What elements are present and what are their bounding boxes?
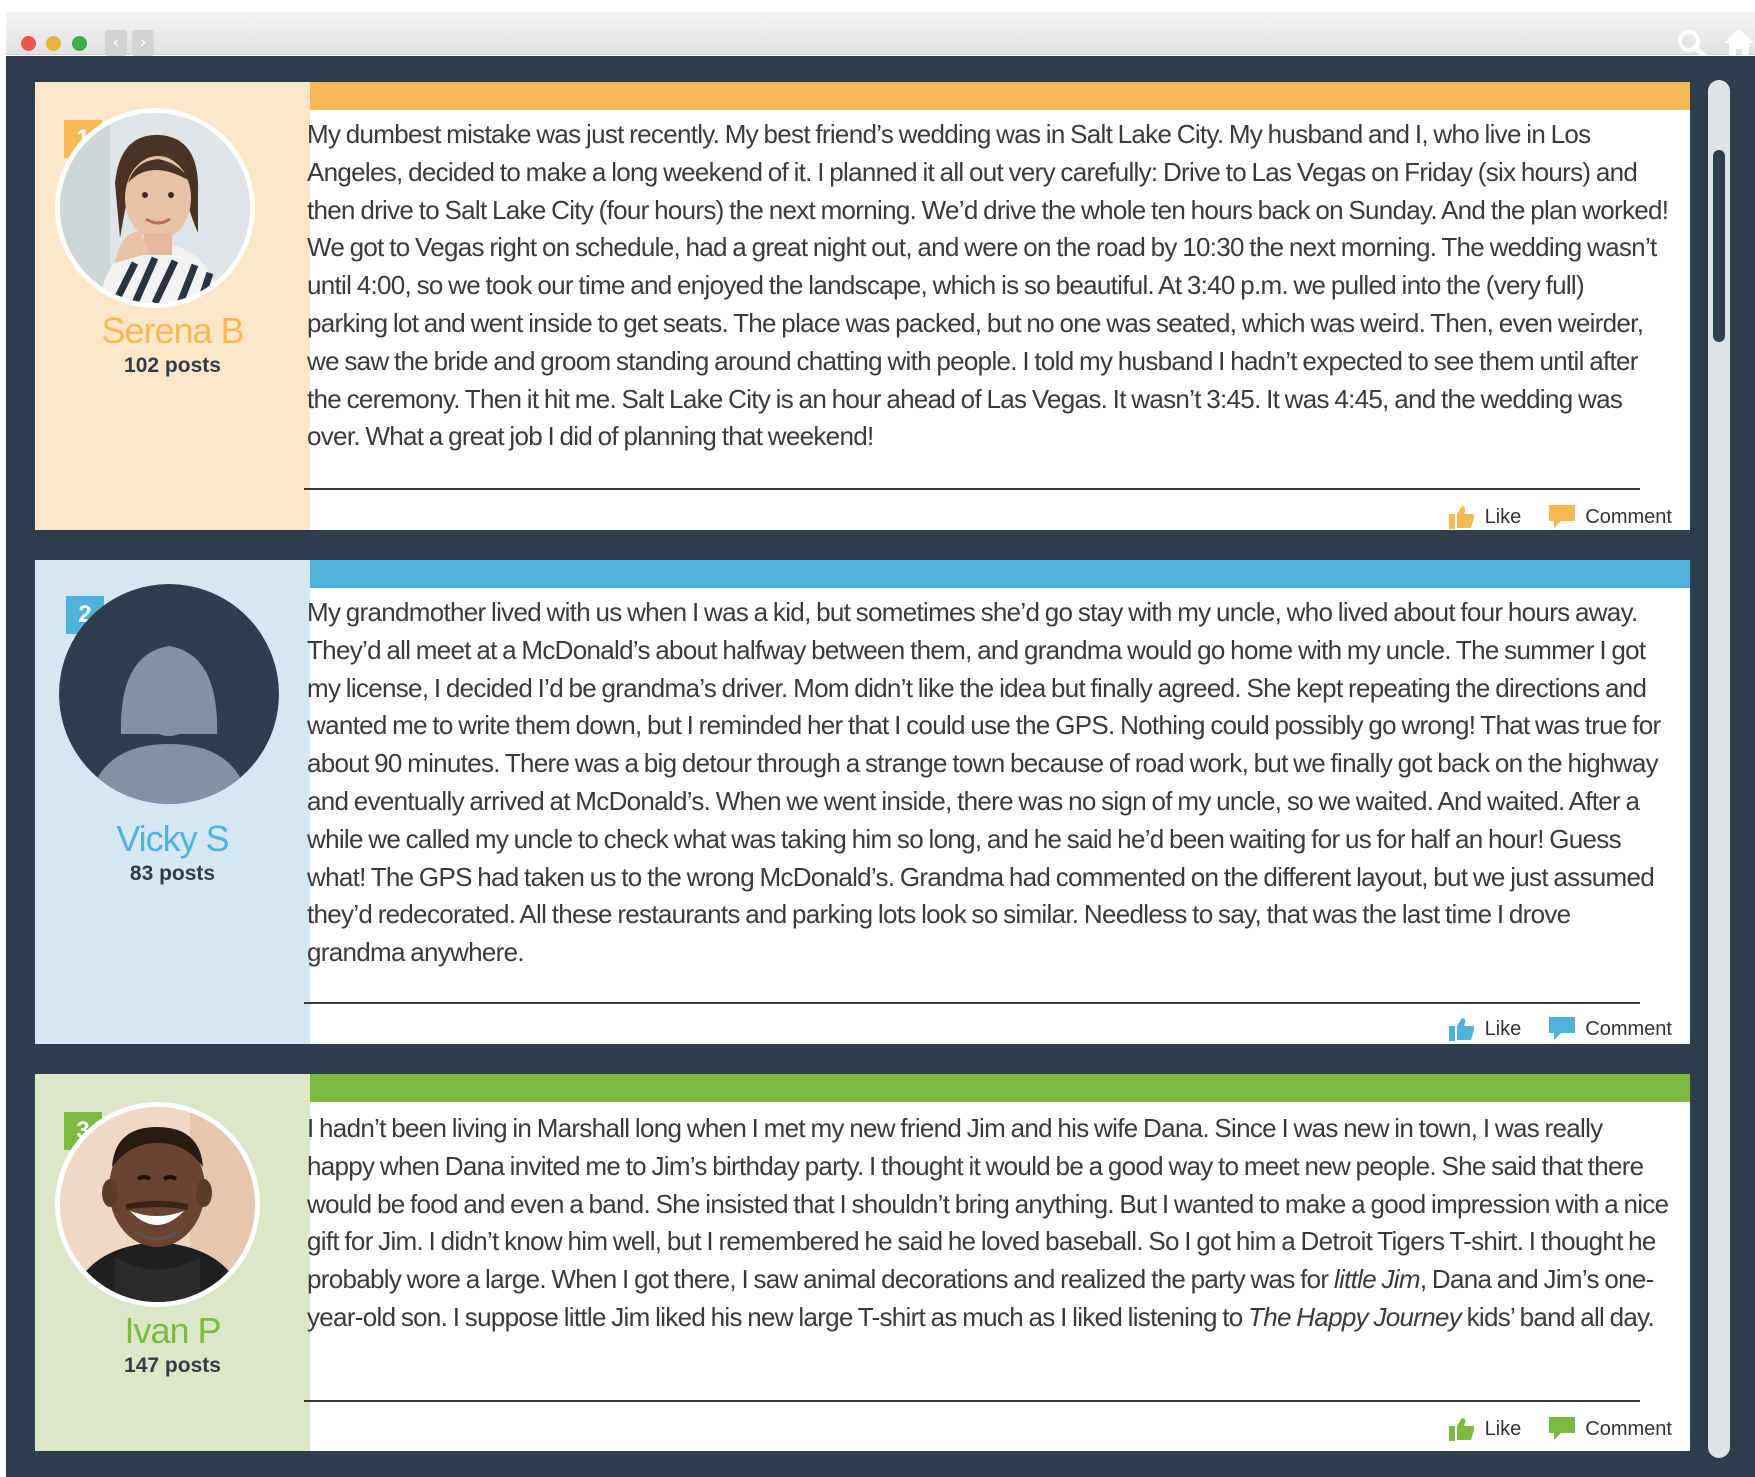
comment-button[interactable]: Comment bbox=[1549, 1417, 1672, 1441]
comment-label: Comment bbox=[1585, 505, 1672, 528]
author-name[interactable]: Ivan P bbox=[35, 1310, 310, 1352]
avatar[interactable] bbox=[55, 108, 255, 308]
post-body: I hadn’t been living in Marshall long wh… bbox=[307, 1110, 1669, 1337]
scrollbar-thumb[interactable] bbox=[1713, 150, 1725, 342]
author-post-count: 102 posts bbox=[124, 354, 221, 377]
post-divider bbox=[304, 488, 1640, 490]
post-header-bar bbox=[310, 1074, 1690, 1102]
comment-button[interactable]: Comment bbox=[1549, 505, 1672, 529]
avatar[interactable] bbox=[59, 584, 279, 804]
post-card: 3 Ivan P 147 posts I hadn’t been living … bbox=[35, 1074, 1690, 1451]
thumbs-up-icon bbox=[1448, 505, 1475, 529]
comment-bubble-icon bbox=[1549, 1417, 1576, 1441]
thumbs-up-icon bbox=[1448, 1417, 1475, 1441]
author-post-count: 83 posts bbox=[129, 862, 216, 885]
home-icon[interactable] bbox=[1722, 26, 1755, 60]
close-window-button[interactable] bbox=[21, 36, 36, 51]
post-actions: Like Comment bbox=[1448, 1414, 1672, 1444]
like-label: Like bbox=[1484, 1417, 1522, 1440]
maximize-window-button[interactable] bbox=[72, 36, 87, 51]
minimize-window-button[interactable] bbox=[46, 36, 61, 51]
avatar[interactable] bbox=[55, 1102, 260, 1307]
like-button[interactable]: Like bbox=[1448, 1417, 1522, 1441]
post-card: 2 Vicky S 83 posts My grandmother lived … bbox=[35, 560, 1690, 1044]
thumbs-up-icon bbox=[1448, 1017, 1475, 1041]
post-divider bbox=[304, 1002, 1640, 1004]
post-header-bar bbox=[310, 560, 1690, 588]
post-body-italic: little Jim bbox=[1333, 1264, 1421, 1295]
back-button[interactable]: ‹ bbox=[105, 30, 127, 56]
post-divider bbox=[304, 1400, 1640, 1402]
post-body-text: kids’ band all day. bbox=[1461, 1301, 1655, 1332]
forward-button[interactable]: › bbox=[132, 30, 154, 56]
post-actions: Like Comment bbox=[1448, 1014, 1672, 1044]
post-actions: Like Comment bbox=[1448, 502, 1672, 532]
post-header-bar bbox=[310, 82, 1690, 110]
post-card: 1 Serena B 102 posts My dumbest mistake … bbox=[35, 82, 1690, 530]
comment-bubble-icon bbox=[1549, 505, 1576, 529]
comment-bubble-icon bbox=[1549, 1017, 1576, 1041]
like-button[interactable]: Like bbox=[1448, 1017, 1522, 1041]
post-body: My grandmother lived with us when I was … bbox=[307, 597, 1661, 968]
author-post-count: 147 posts bbox=[124, 1354, 221, 1377]
post-body-italic: The Happy Journey bbox=[1248, 1301, 1462, 1332]
forum-page: 1 Serena B 102 posts My dumbest mistake … bbox=[6, 56, 1755, 1477]
like-label: Like bbox=[1484, 505, 1522, 528]
author-name[interactable]: Vicky S bbox=[35, 818, 310, 860]
like-button[interactable]: Like bbox=[1448, 505, 1522, 529]
post-body: My dumbest mistake was just recently. My… bbox=[307, 119, 1669, 452]
comment-label: Comment bbox=[1585, 1017, 1672, 1040]
like-label: Like bbox=[1484, 1017, 1522, 1040]
comment-button[interactable]: Comment bbox=[1549, 1017, 1672, 1041]
browser-toolbar: ‹ › bbox=[6, 12, 1755, 60]
author-name[interactable]: Serena B bbox=[35, 310, 310, 352]
comment-label: Comment bbox=[1585, 1417, 1672, 1440]
